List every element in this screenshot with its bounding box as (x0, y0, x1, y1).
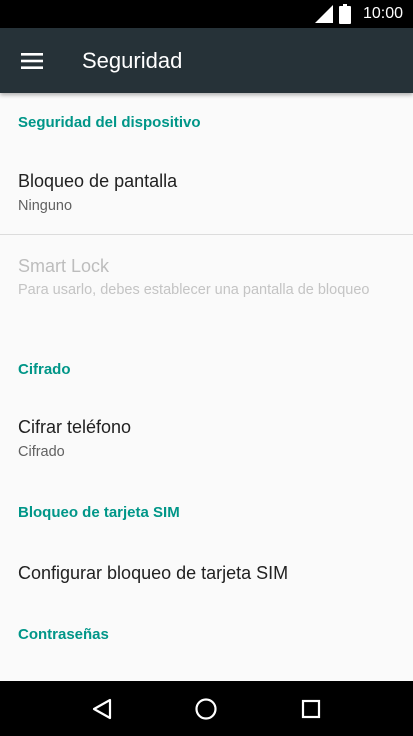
home-button[interactable] (176, 681, 236, 736)
encrypt-phone-summary: Cifrado (18, 444, 65, 460)
recents-square-icon (301, 699, 320, 718)
app-bar: Seguridad (0, 28, 413, 93)
screen-lock-item[interactable]: Bloqueo de pantalla Ninguno (0, 155, 413, 233)
smart-lock-summary: Para usarlo, debes establecer una pantal… (18, 282, 370, 298)
section-header-device-security: Seguridad del dispositivo (18, 114, 201, 131)
back-triangle-icon (93, 698, 112, 719)
home-circle-icon (195, 697, 218, 720)
section-header-encryption: Cifrado (18, 361, 71, 378)
status-bar: 10:00 (0, 0, 413, 28)
smart-lock-title: Smart Lock (18, 256, 110, 276)
hamburger-menu-icon (21, 52, 43, 69)
navigation-bar (0, 681, 413, 736)
page-title: Seguridad (82, 47, 183, 73)
configure-sim-lock-title: Configurar bloqueo de tarjeta SIM (18, 563, 289, 583)
configure-sim-lock-item[interactable]: Configurar bloqueo de tarjeta SIM (0, 543, 413, 603)
smart-lock-item: Smart Lock Para usarlo, debes establecer… (0, 235, 413, 330)
battery-icon (338, 4, 351, 24)
section-header-sim-lock: Bloqueo de tarjeta SIM (18, 504, 180, 521)
status-time: 10:00 (362, 5, 403, 22)
settings-list: Seguridad del dispositivo Bloqueo de pan… (0, 93, 413, 681)
back-button[interactable] (72, 681, 132, 736)
encrypt-phone-title: Cifrar teléfono (18, 417, 132, 437)
recents-button[interactable] (281, 681, 341, 736)
screen-lock-title: Bloqueo de pantalla (18, 171, 178, 191)
section-header-passwords: Contraseñas (18, 626, 109, 643)
menu-button[interactable] (0, 28, 64, 93)
encrypt-phone-item[interactable]: Cifrar teléfono Cifrado (0, 401, 413, 479)
screen-lock-summary: Ninguno (18, 198, 73, 214)
signal-icon (314, 5, 333, 23)
